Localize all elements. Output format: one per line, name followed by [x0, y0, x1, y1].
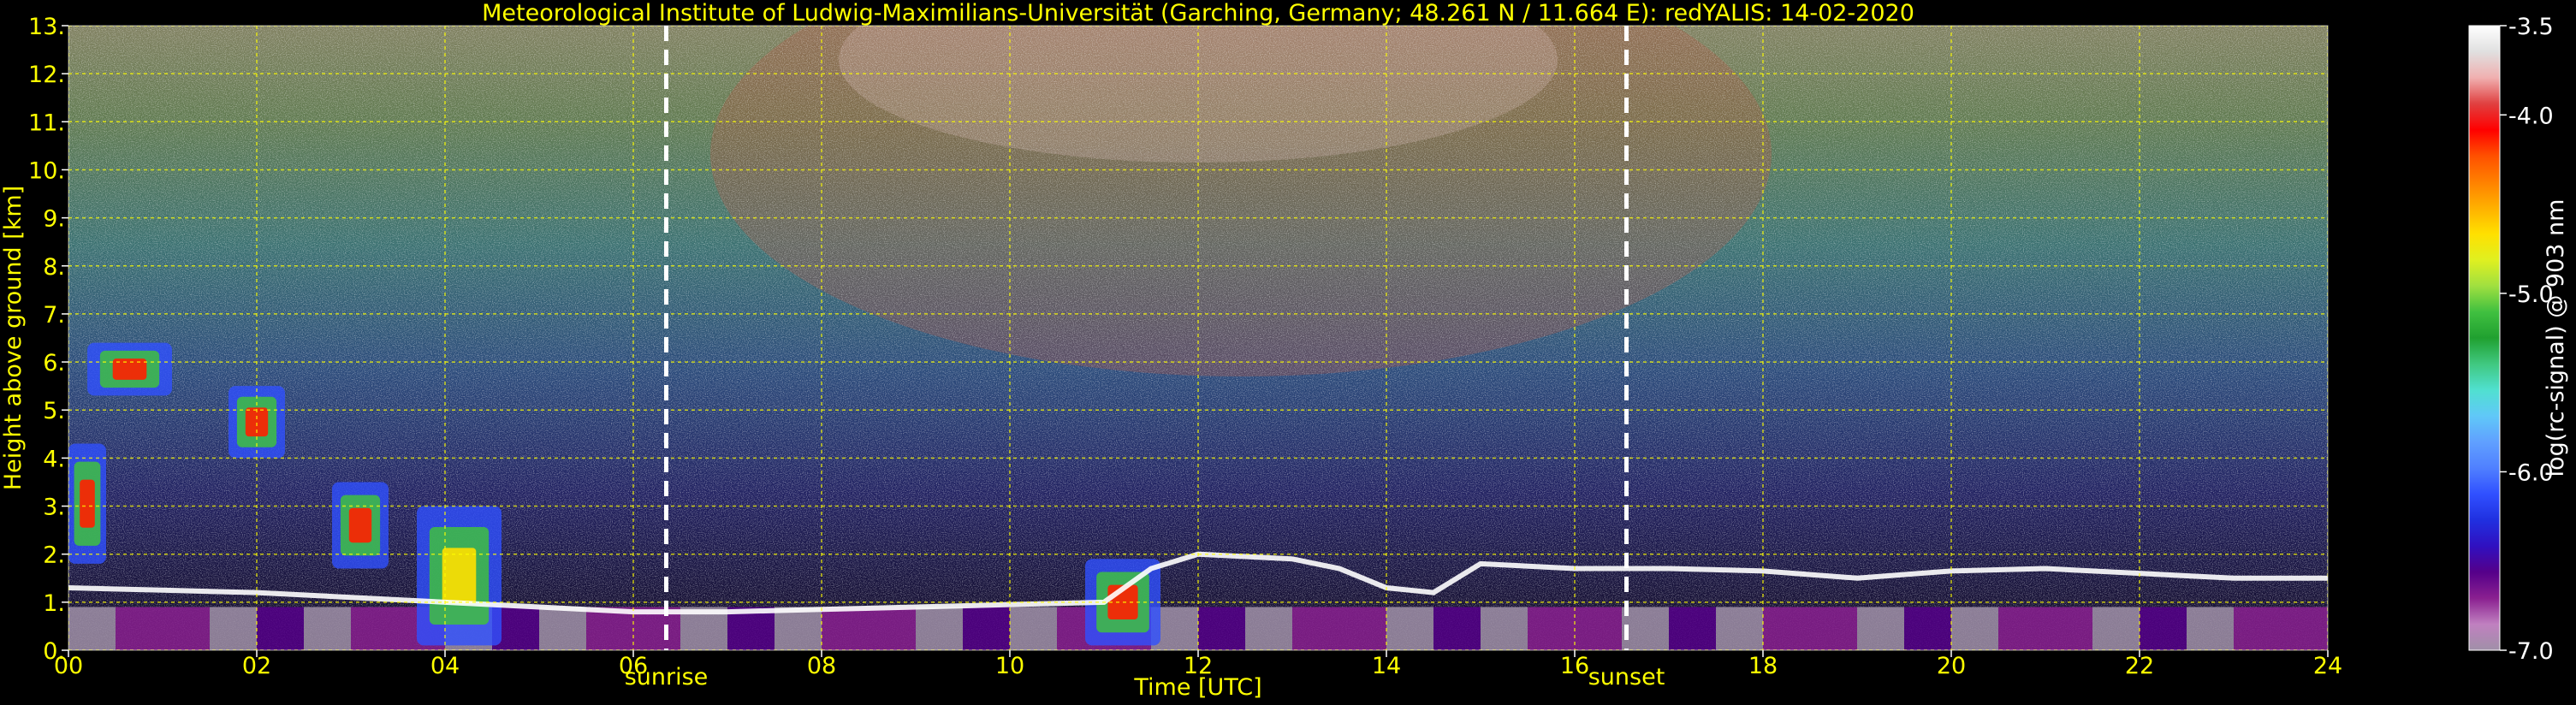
near-ground-cell	[2234, 607, 2281, 650]
colorbar-tick-label: -7.0	[2508, 638, 2554, 665]
x-tick-label: 16	[1560, 653, 1589, 679]
cloud-core	[348, 507, 372, 543]
lidar-chart: Meteorological Institute of Ludwig-Maxim…	[0, 0, 2576, 705]
y-tick-label: 10.	[28, 157, 65, 184]
near-ground-cell	[1669, 607, 1716, 650]
near-ground-cell	[1904, 607, 1951, 650]
near-ground-cell	[1951, 607, 1998, 650]
y-tick-label: 2.	[43, 542, 65, 569]
near-ground-cell	[963, 607, 1010, 650]
x-tick-label: 04	[430, 653, 460, 679]
near-ground-cell	[116, 607, 163, 650]
near-ground-cell	[210, 607, 257, 650]
near-ground-cell	[1763, 607, 1810, 650]
near-ground-cell	[2140, 607, 2187, 650]
y-axis-label: Height above ground [km]	[0, 186, 27, 490]
sun-marker-label: sunset	[1588, 664, 1665, 690]
x-tick-label: 20	[1937, 653, 1966, 679]
colorbar-tick-label: -3.5	[2508, 14, 2554, 40]
near-ground-cell	[1433, 607, 1481, 650]
y-tick-label: 3.	[43, 495, 65, 521]
near-ground-cell	[869, 607, 916, 650]
x-tick-label: 18	[1748, 653, 1778, 679]
near-ground-cell	[68, 607, 116, 650]
near-ground-cell	[257, 607, 304, 650]
near-ground-cell	[2092, 607, 2140, 650]
x-tick-label: 24	[2313, 653, 2342, 679]
near-ground-cell	[1481, 607, 1528, 650]
near-ground-cell	[1292, 607, 1339, 650]
colorbar-tick-label: -4.0	[2508, 103, 2554, 129]
plot-area	[68, 26, 2328, 650]
near-ground-cell	[1528, 607, 1575, 650]
x-tick-label: 22	[2125, 653, 2154, 679]
near-ground-cell	[2281, 607, 2328, 650]
near-ground-cell	[1998, 607, 2045, 650]
y-tick-label: 8.	[43, 254, 65, 281]
near-ground-cell	[1010, 607, 1057, 650]
cloud-core	[442, 548, 477, 604]
y-tick-label: 7.	[43, 302, 65, 329]
near-ground-cell	[351, 607, 398, 650]
near-ground-cell	[2187, 607, 2234, 650]
y-tick-label: 6.	[43, 350, 65, 376]
y-tick-label: 0.	[43, 638, 65, 665]
near-ground-cell	[163, 607, 210, 650]
near-ground-cell	[1339, 607, 1386, 650]
y-tick-label: 1.	[43, 590, 65, 617]
cloud-core	[80, 479, 95, 528]
chart-title: Meteorological Institute of Ludwig-Maxim…	[482, 0, 1914, 27]
near-ground-cell	[822, 607, 869, 650]
x-tick-label: 06	[619, 653, 648, 679]
x-tick-label: 10	[995, 653, 1024, 679]
near-ground-cell	[1857, 607, 1904, 650]
near-ground-cell	[1575, 607, 1622, 650]
near-ground-cell	[1386, 607, 1433, 650]
y-tick-label: 11.	[28, 110, 65, 136]
colorbar-label: log(rc-signal) @ 903 nm	[2543, 199, 2569, 477]
x-tick-label: 08	[807, 653, 836, 679]
near-ground-cell	[1622, 607, 1669, 650]
y-tick-label: 5.	[43, 398, 65, 424]
y-tick-label: 4.	[43, 446, 65, 472]
near-ground-cell	[1810, 607, 1857, 650]
x-tick-label: 02	[242, 653, 271, 679]
y-tick-label: 13.	[28, 14, 65, 40]
near-ground-cell	[539, 607, 586, 650]
y-tick-label: 12.	[28, 62, 65, 88]
near-ground-cell	[1245, 607, 1292, 650]
near-ground-cell	[916, 607, 963, 650]
near-ground-cell	[1198, 607, 1245, 650]
y-tick-label: 9.	[43, 206, 65, 233]
near-ground-cell	[775, 607, 822, 650]
x-tick-label: 14	[1372, 653, 1401, 679]
colorbar-scale	[2468, 25, 2501, 651]
near-ground-cell	[304, 607, 351, 650]
near-ground-cell	[2045, 607, 2092, 650]
near-ground-cell	[1716, 607, 1763, 650]
x-axis-label: Time [UTC]	[1133, 674, 1261, 701]
